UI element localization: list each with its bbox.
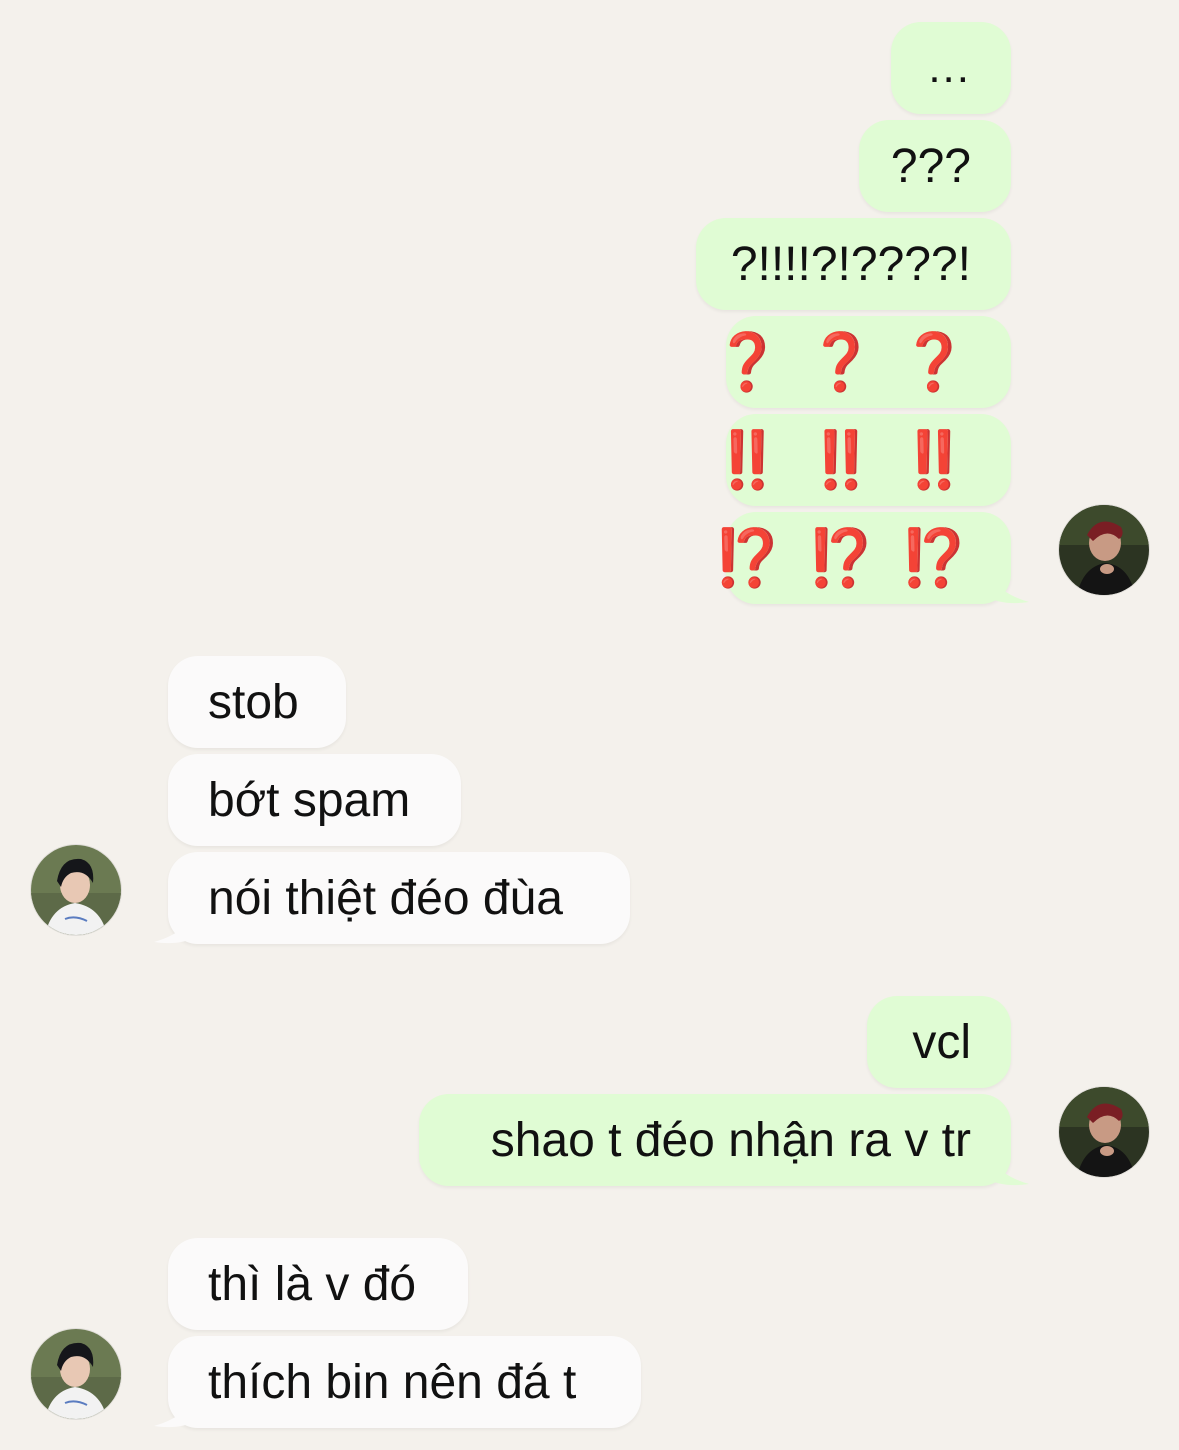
message-text: stob [208, 675, 299, 729]
message-text: thích bin nên đá t [208, 1355, 577, 1409]
message-bubble-incoming[interactable]: thích bin nên đá t [168, 1336, 641, 1428]
message-text: vcl [912, 1015, 971, 1069]
interrobang-emoji-row: ⁉️ ⁉️ ⁉️ [712, 526, 971, 591]
message-bubble-outgoing[interactable]: shao t đéo nhận ra v tr [419, 1094, 1011, 1186]
message-bubble-outgoing[interactable]: ❓ ❓ ❓ [713, 316, 1011, 408]
avatar-red-hair[interactable] [1059, 505, 1149, 595]
bubble-tail-outgoing [985, 1146, 1029, 1186]
message-bubble-outgoing[interactable]: ??? [859, 120, 1011, 212]
message-text: nói thiệt đéo đùa [208, 871, 563, 925]
message-text: ??? [890, 139, 971, 193]
message-bubble-incoming[interactable]: stob [168, 656, 346, 748]
double-exclamation-emoji-row: ‼️ ‼️ ‼️ [712, 428, 971, 493]
message-text: shao t đéo nhận ra v tr [490, 1113, 971, 1167]
message-bubble-outgoing[interactable]: ‼️ ‼️ ‼️ [713, 414, 1011, 506]
bubble-tail-outgoing [985, 564, 1029, 604]
message-text: ?!!!!?!????! [730, 237, 971, 291]
message-bubble-incoming[interactable]: thì là v đó [168, 1238, 468, 1330]
message-bubble-incoming[interactable]: nói thiệt đéo đùa [168, 852, 630, 944]
message-bubble-incoming[interactable]: bớt spam [168, 754, 461, 846]
bubble-tail-incoming [154, 904, 198, 944]
message-text: bớt spam [208, 773, 411, 827]
message-text: ... [928, 43, 971, 92]
message-bubble-outgoing[interactable]: ... [891, 22, 1011, 114]
avatar-red-hair[interactable] [1059, 1087, 1149, 1177]
message-text: thì là v đó [208, 1257, 417, 1311]
bubble-tail-incoming [154, 1388, 198, 1428]
avatar-dark-hair[interactable] [31, 845, 121, 935]
message-bubble-outgoing[interactable]: vcl [867, 996, 1011, 1088]
avatar-dark-hair[interactable] [31, 1329, 121, 1419]
message-bubble-outgoing[interactable]: ⁉️ ⁉️ ⁉️ [713, 512, 1011, 604]
message-bubble-outgoing[interactable]: ?!!!!?!????! [696, 218, 1011, 310]
question-mark-emoji-row: ❓ ❓ ❓ [712, 330, 971, 395]
